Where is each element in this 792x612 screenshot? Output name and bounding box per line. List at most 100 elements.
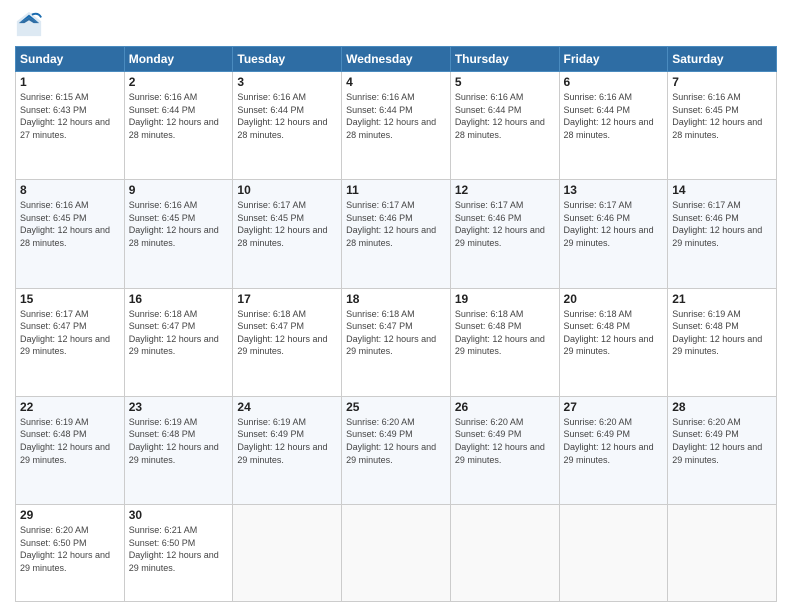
sunrise-label: Sunrise: 6:18 AM	[564, 309, 633, 319]
calendar-cell	[342, 505, 451, 602]
header	[15, 10, 777, 38]
sunset-label: Sunset: 6:46 PM	[346, 213, 413, 223]
calendar-cell: 21 Sunrise: 6:19 AM Sunset: 6:48 PM Dayl…	[668, 288, 777, 396]
day-info: Sunrise: 6:20 AM Sunset: 6:49 PM Dayligh…	[672, 416, 772, 466]
daylight-label: Daylight: 12 hours and 29 minutes.	[455, 334, 545, 357]
calendar-cell: 15 Sunrise: 6:17 AM Sunset: 6:47 PM Dayl…	[16, 288, 125, 396]
sunrise-label: Sunrise: 6:17 AM	[455, 200, 524, 210]
sunrise-label: Sunrise: 6:17 AM	[672, 200, 741, 210]
day-number: 15	[20, 292, 120, 306]
calendar-cell: 8 Sunrise: 6:16 AM Sunset: 6:45 PM Dayli…	[16, 180, 125, 288]
daylight-label: Daylight: 12 hours and 29 minutes.	[129, 442, 219, 465]
calendar-cell	[450, 505, 559, 602]
day-info: Sunrise: 6:16 AM Sunset: 6:45 PM Dayligh…	[20, 199, 120, 249]
day-header-saturday: Saturday	[668, 47, 777, 72]
calendar-cell	[668, 505, 777, 602]
sunrise-label: Sunrise: 6:17 AM	[237, 200, 306, 210]
sunrise-label: Sunrise: 6:16 AM	[346, 92, 415, 102]
sunset-label: Sunset: 6:47 PM	[129, 321, 196, 331]
day-number: 21	[672, 292, 772, 306]
sunset-label: Sunset: 6:47 PM	[237, 321, 304, 331]
sunset-label: Sunset: 6:50 PM	[129, 538, 196, 548]
day-info: Sunrise: 6:20 AM Sunset: 6:49 PM Dayligh…	[455, 416, 555, 466]
day-number: 17	[237, 292, 337, 306]
day-number: 27	[564, 400, 664, 414]
daylight-label: Daylight: 12 hours and 28 minutes.	[672, 117, 762, 140]
sunrise-label: Sunrise: 6:18 AM	[237, 309, 306, 319]
calendar-cell: 2 Sunrise: 6:16 AM Sunset: 6:44 PM Dayli…	[124, 72, 233, 180]
logo-icon	[15, 10, 43, 38]
day-number: 10	[237, 183, 337, 197]
calendar-cell: 22 Sunrise: 6:19 AM Sunset: 6:48 PM Dayl…	[16, 396, 125, 504]
day-info: Sunrise: 6:18 AM Sunset: 6:47 PM Dayligh…	[237, 308, 337, 358]
day-info: Sunrise: 6:16 AM Sunset: 6:45 PM Dayligh…	[129, 199, 229, 249]
calendar-header-row: SundayMondayTuesdayWednesdayThursdayFrid…	[16, 47, 777, 72]
sunset-label: Sunset: 6:45 PM	[20, 213, 87, 223]
daylight-label: Daylight: 12 hours and 28 minutes.	[129, 117, 219, 140]
calendar-cell: 27 Sunrise: 6:20 AM Sunset: 6:49 PM Dayl…	[559, 396, 668, 504]
calendar-cell	[233, 505, 342, 602]
day-header-friday: Friday	[559, 47, 668, 72]
daylight-label: Daylight: 12 hours and 29 minutes.	[672, 442, 762, 465]
day-info: Sunrise: 6:17 AM Sunset: 6:45 PM Dayligh…	[237, 199, 337, 249]
day-info: Sunrise: 6:16 AM Sunset: 6:44 PM Dayligh…	[564, 91, 664, 141]
day-number: 18	[346, 292, 446, 306]
sunset-label: Sunset: 6:47 PM	[20, 321, 87, 331]
calendar-cell: 4 Sunrise: 6:16 AM Sunset: 6:44 PM Dayli…	[342, 72, 451, 180]
sunset-label: Sunset: 6:48 PM	[455, 321, 522, 331]
logo	[15, 10, 47, 38]
day-info: Sunrise: 6:18 AM Sunset: 6:47 PM Dayligh…	[129, 308, 229, 358]
sunset-label: Sunset: 6:44 PM	[346, 105, 413, 115]
sunrise-label: Sunrise: 6:18 AM	[346, 309, 415, 319]
daylight-label: Daylight: 12 hours and 27 minutes.	[20, 117, 110, 140]
daylight-label: Daylight: 12 hours and 28 minutes.	[237, 117, 327, 140]
sunset-label: Sunset: 6:46 PM	[455, 213, 522, 223]
sunrise-label: Sunrise: 6:20 AM	[564, 417, 633, 427]
sunset-label: Sunset: 6:48 PM	[129, 429, 196, 439]
daylight-label: Daylight: 12 hours and 29 minutes.	[672, 334, 762, 357]
sunrise-label: Sunrise: 6:20 AM	[20, 525, 89, 535]
calendar-cell: 12 Sunrise: 6:17 AM Sunset: 6:46 PM Dayl…	[450, 180, 559, 288]
calendar-cell: 29 Sunrise: 6:20 AM Sunset: 6:50 PM Dayl…	[16, 505, 125, 602]
calendar-cell: 16 Sunrise: 6:18 AM Sunset: 6:47 PM Dayl…	[124, 288, 233, 396]
calendar-week-row: 15 Sunrise: 6:17 AM Sunset: 6:47 PM Dayl…	[16, 288, 777, 396]
day-info: Sunrise: 6:20 AM Sunset: 6:49 PM Dayligh…	[346, 416, 446, 466]
day-info: Sunrise: 6:16 AM Sunset: 6:45 PM Dayligh…	[672, 91, 772, 141]
calendar-cell: 7 Sunrise: 6:16 AM Sunset: 6:45 PM Dayli…	[668, 72, 777, 180]
calendar-cell: 5 Sunrise: 6:16 AM Sunset: 6:44 PM Dayli…	[450, 72, 559, 180]
daylight-label: Daylight: 12 hours and 29 minutes.	[129, 334, 219, 357]
day-number: 20	[564, 292, 664, 306]
day-number: 26	[455, 400, 555, 414]
sunset-label: Sunset: 6:50 PM	[20, 538, 87, 548]
daylight-label: Daylight: 12 hours and 29 minutes.	[20, 550, 110, 573]
sunset-label: Sunset: 6:49 PM	[237, 429, 304, 439]
sunset-label: Sunset: 6:44 PM	[564, 105, 631, 115]
day-info: Sunrise: 6:18 AM Sunset: 6:48 PM Dayligh…	[455, 308, 555, 358]
sunset-label: Sunset: 6:45 PM	[237, 213, 304, 223]
daylight-label: Daylight: 12 hours and 29 minutes.	[346, 334, 436, 357]
sunset-label: Sunset: 6:45 PM	[672, 105, 739, 115]
daylight-label: Daylight: 12 hours and 28 minutes.	[129, 225, 219, 248]
sunrise-label: Sunrise: 6:19 AM	[129, 417, 198, 427]
daylight-label: Daylight: 12 hours and 29 minutes.	[20, 334, 110, 357]
day-number: 6	[564, 75, 664, 89]
day-number: 11	[346, 183, 446, 197]
sunset-label: Sunset: 6:44 PM	[129, 105, 196, 115]
day-info: Sunrise: 6:20 AM Sunset: 6:50 PM Dayligh…	[20, 524, 120, 574]
calendar-cell: 11 Sunrise: 6:17 AM Sunset: 6:46 PM Dayl…	[342, 180, 451, 288]
sunset-label: Sunset: 6:44 PM	[455, 105, 522, 115]
sunrise-label: Sunrise: 6:16 AM	[455, 92, 524, 102]
day-info: Sunrise: 6:19 AM Sunset: 6:48 PM Dayligh…	[129, 416, 229, 466]
calendar-cell: 24 Sunrise: 6:19 AM Sunset: 6:49 PM Dayl…	[233, 396, 342, 504]
day-info: Sunrise: 6:19 AM Sunset: 6:49 PM Dayligh…	[237, 416, 337, 466]
calendar-cell: 30 Sunrise: 6:21 AM Sunset: 6:50 PM Dayl…	[124, 505, 233, 602]
day-info: Sunrise: 6:17 AM Sunset: 6:47 PM Dayligh…	[20, 308, 120, 358]
day-number: 22	[20, 400, 120, 414]
day-info: Sunrise: 6:20 AM Sunset: 6:49 PM Dayligh…	[564, 416, 664, 466]
day-number: 1	[20, 75, 120, 89]
sunrise-label: Sunrise: 6:15 AM	[20, 92, 89, 102]
sunrise-label: Sunrise: 6:19 AM	[672, 309, 741, 319]
daylight-label: Daylight: 12 hours and 29 minutes.	[455, 442, 545, 465]
sunset-label: Sunset: 6:46 PM	[564, 213, 631, 223]
calendar-cell: 18 Sunrise: 6:18 AM Sunset: 6:47 PM Dayl…	[342, 288, 451, 396]
